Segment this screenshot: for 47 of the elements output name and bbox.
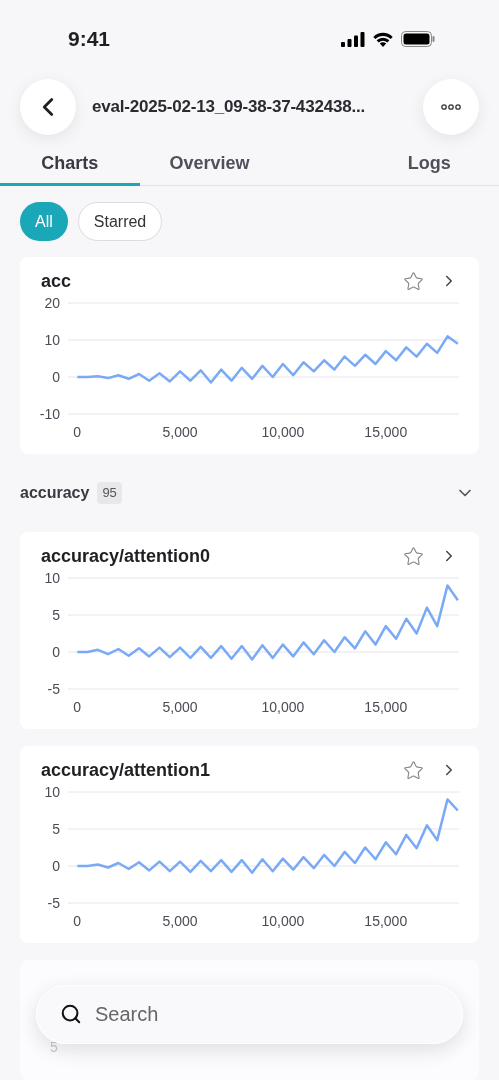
x-tick-label: 5,000 [162, 699, 198, 715]
star-icon [403, 270, 424, 292]
wifi-icon [372, 31, 394, 47]
x-tick-label: 10,000 [261, 424, 305, 440]
x-tick-label: 10,000 [261, 913, 305, 929]
x-tick-label: 0 [73, 424, 82, 440]
y-tick-label: 0 [52, 369, 60, 385]
x-tick-label: 5,000 [162, 913, 198, 929]
y-tick-label: -10 [39, 406, 60, 422]
section-label: accuracy [20, 483, 90, 503]
more-icon [441, 104, 461, 110]
filter-chip[interactable]: Starred [77, 202, 163, 241]
tab[interactable]: Logs [279, 144, 499, 186]
x-tick-label: 15,000 [364, 913, 408, 929]
chart-title: accuracy/attention0 [41, 544, 211, 568]
x-tick-label: 15,000 [364, 424, 408, 440]
chart-title: acc [41, 269, 72, 293]
x-tick-label: 0 [73, 699, 82, 715]
star-button[interactable] [403, 270, 424, 292]
status-time: 9:41 [68, 26, 111, 53]
tab[interactable]: Charts [0, 144, 140, 186]
count-badge: 95 [97, 482, 122, 504]
y-tick-label: -5 [47, 895, 60, 911]
y-tick-label: 5 [52, 607, 60, 623]
y-tick-label: 10 [44, 784, 60, 800]
y-tick-label: 0 [52, 644, 60, 660]
battery-icon [401, 31, 435, 47]
x-tick-label: 15,000 [364, 699, 408, 715]
y-tick-label: 20 [44, 295, 60, 311]
x-tick-label: 0 [73, 913, 82, 929]
chart-title: accuracy/attention1 [41, 758, 211, 782]
star-icon [403, 759, 424, 781]
star-button[interactable] [403, 759, 424, 781]
y-tick-label: 0 [52, 858, 60, 874]
signal-icon [341, 31, 365, 47]
y-tick-label: 5 [52, 821, 60, 837]
x-tick-label: 10,000 [261, 699, 305, 715]
search-field[interactable]: Search [36, 985, 463, 1044]
tab[interactable]: Overview [139, 144, 280, 186]
y-tick-label: 10 [44, 570, 60, 586]
star-button[interactable] [403, 545, 424, 567]
x-tick-label: 5,000 [162, 424, 198, 440]
y-tick-label: -5 [47, 681, 60, 697]
star-icon [403, 545, 424, 567]
y-tick-label: 10 [44, 332, 60, 348]
search-icon [60, 1003, 82, 1025]
run-title: eval-2025-02-13_09-38-37-432438... [92, 96, 366, 119]
